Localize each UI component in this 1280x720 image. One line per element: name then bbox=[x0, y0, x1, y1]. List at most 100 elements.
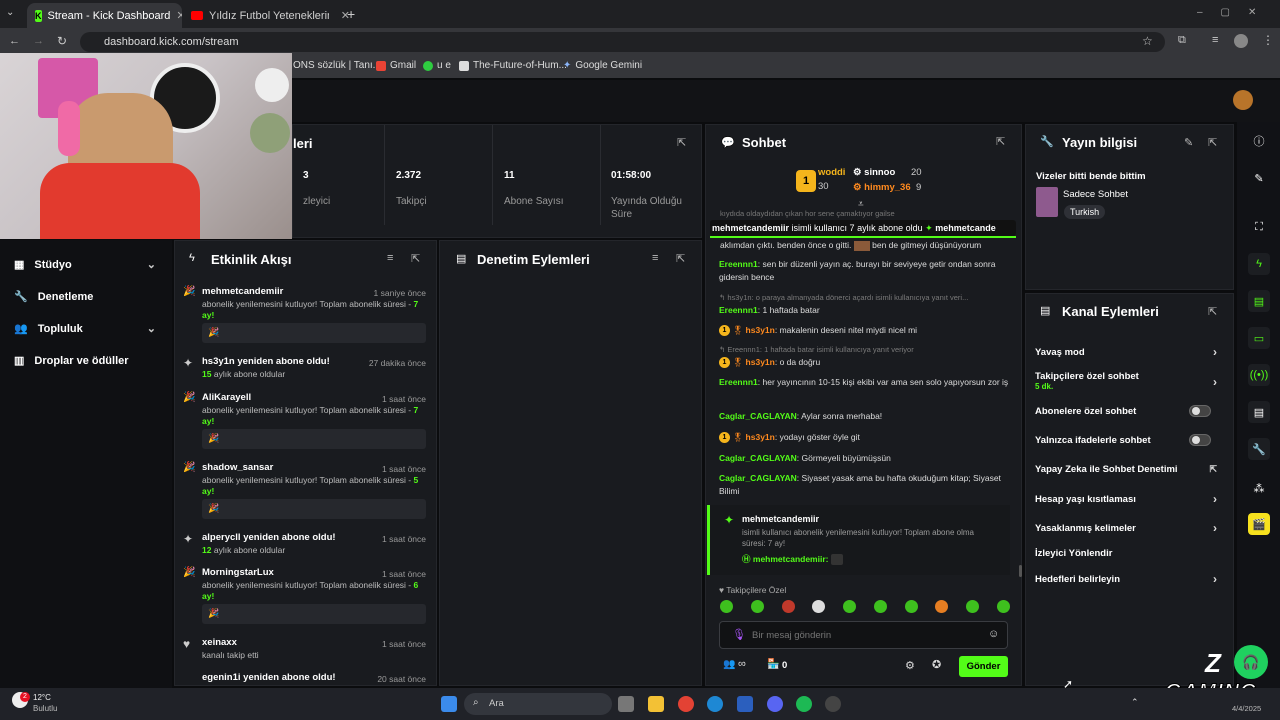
forward-icon[interactable]: → bbox=[33, 35, 44, 47]
window-controls[interactable]: –▢✕ bbox=[1197, 7, 1274, 18]
bookmark-star-icon[interactable]: ☆ bbox=[1142, 34, 1153, 48]
taskbar-search[interactable]: ⌕ Ara bbox=[464, 693, 612, 715]
emote-button[interactable] bbox=[720, 600, 733, 613]
url-input[interactable]: dashboard.kick.com/stream bbox=[80, 32, 1165, 52]
action-ai-moderation[interactable]: Yapay Zeka ile Sohbet Denetimi ⇱ bbox=[1035, 464, 1225, 475]
clapper-icon[interactable]: 🎬 bbox=[1248, 513, 1270, 535]
info-icon[interactable]: ⓘ bbox=[1248, 130, 1270, 152]
emote-button[interactable] bbox=[873, 600, 887, 613]
extensions-icon[interactable]: ⧉ bbox=[1178, 34, 1186, 47]
emote-button[interactable] bbox=[750, 600, 764, 613]
action-subs-only[interactable]: Abonelere özel sohbet bbox=[1035, 405, 1225, 417]
fullscreen-icon[interactable]: ⛶ bbox=[1248, 216, 1270, 238]
chat-input-box[interactable]: 🎙 ☺ bbox=[719, 621, 1008, 649]
chat-scrollbar[interactable] bbox=[1019, 565, 1022, 577]
chat-user[interactable]: Caglar_CAGLAYAN bbox=[719, 473, 797, 483]
spotify-icon[interactable] bbox=[796, 696, 812, 712]
bookmark-item[interactable]: ✦ Google Gemini bbox=[563, 60, 642, 71]
toggle-switch[interactable] bbox=[1189, 405, 1211, 417]
chat-user[interactable]: Ereennn1 bbox=[719, 305, 758, 315]
edit-icon[interactable]: ✎ bbox=[1184, 136, 1193, 149]
popout-icon[interactable]: ⇱ bbox=[411, 252, 420, 265]
chat-user[interactable]: Caglar_CAGLAYAN bbox=[719, 411, 797, 421]
broadcast-icon[interactable]: ((•)) bbox=[1248, 364, 1270, 386]
sub-card-footer-user[interactable]: mehmetcandemiir: bbox=[753, 554, 829, 564]
category-thumbnail bbox=[1036, 187, 1058, 217]
emote-button[interactable] bbox=[812, 600, 826, 613]
filter-icon[interactable]: ≡ bbox=[652, 252, 658, 264]
popout-icon[interactable]: ⇱ bbox=[996, 135, 1005, 148]
server-icon[interactable]: ▤ bbox=[1248, 401, 1270, 423]
toggle-switch[interactable] bbox=[1189, 434, 1211, 446]
store-icon[interactable]: 🏪 bbox=[767, 659, 779, 670]
people-icon[interactable]: 👥 bbox=[723, 659, 735, 670]
emote-button[interactable] bbox=[781, 600, 795, 613]
action-account-age[interactable]: Hesap yaşı kısıtlaması › bbox=[1035, 492, 1225, 506]
document-icon[interactable]: ▤ bbox=[1248, 290, 1270, 312]
chat-message-input[interactable] bbox=[752, 627, 972, 643]
action-goals[interactable]: Hedefleri belirleyin › bbox=[1035, 572, 1225, 586]
grid-icon: ▦ bbox=[14, 259, 25, 271]
tab-search-icon[interactable]: ⌄ bbox=[6, 7, 14, 18]
store-icon[interactable] bbox=[737, 696, 753, 712]
chat-user[interactable]: hs3y1n bbox=[746, 432, 775, 442]
windows-start-icon[interactable] bbox=[441, 696, 457, 712]
action-emotes-only[interactable]: Yalnızca ifadelerle sohbet bbox=[1035, 434, 1225, 446]
action-followers-only[interactable]: Takipçilere özel sohbet 5 dk. › bbox=[1035, 371, 1225, 395]
back-icon[interactable]: ← bbox=[9, 35, 20, 47]
action-banned-words[interactable]: Yasaklanmış kelimeler › bbox=[1035, 521, 1225, 535]
emote-button[interactable] bbox=[935, 600, 949, 613]
sidebar-item-community[interactable]: 👥 Topluluk ⌄ bbox=[14, 322, 156, 336]
media-icon[interactable]: ≡ bbox=[1212, 34, 1218, 46]
edit-icon[interactable]: ✎ bbox=[1248, 167, 1270, 189]
new-tab-button[interactable]: + bbox=[347, 6, 355, 22]
tab-kick-dashboard[interactable]: K Stream - Kick Dashboard ✕ bbox=[27, 3, 182, 28]
sidebar-item-studio[interactable]: ▦ Stüdyo ⌄ bbox=[14, 258, 156, 272]
tray-chevron-icon[interactable]: ⌃ bbox=[1131, 697, 1139, 708]
emote-button[interactable] bbox=[843, 600, 857, 613]
chat-bubble-icon[interactable]: ▭ bbox=[1248, 327, 1270, 349]
tab-youtube[interactable]: Yıldız Futbol Yeteneklerimi Puan ✕ bbox=[183, 3, 358, 28]
chat-user[interactable]: Ereennn1 bbox=[719, 377, 758, 387]
file-explorer-icon[interactable] bbox=[648, 696, 664, 712]
people-icon[interactable]: ⁂ bbox=[1248, 477, 1270, 499]
emote-button[interactable] bbox=[904, 600, 918, 613]
list-item: 🎉 MorningstarLux 1 saat önce abonelik ye… bbox=[183, 567, 428, 627]
task-view-icon[interactable] bbox=[618, 696, 634, 712]
emote-button[interactable] bbox=[996, 600, 1010, 613]
close-icon[interactable]: ✕ bbox=[176, 9, 182, 22]
gear-icon[interactable]: ⚙ bbox=[905, 659, 915, 672]
emoji-icon[interactable]: ☺ bbox=[988, 628, 999, 640]
chat-user[interactable]: hs3y1n bbox=[746, 325, 775, 335]
bookmark-item[interactable]: u e bbox=[423, 60, 451, 71]
action-slow-mode[interactable]: Yavaş mod › bbox=[1035, 345, 1225, 359]
mic-icon[interactable]: 🎙 bbox=[732, 628, 746, 641]
chat-user[interactable]: hs3y1n bbox=[746, 357, 775, 367]
chrome-icon[interactable] bbox=[678, 696, 694, 712]
stat-label: zleyici bbox=[303, 196, 331, 207]
popout-icon[interactable]: ⇱ bbox=[1208, 136, 1217, 149]
reload-icon[interactable]: ↻ bbox=[57, 34, 67, 48]
wrench-icon[interactable]: 🔧 bbox=[1248, 438, 1270, 460]
obs-icon[interactable] bbox=[825, 696, 841, 712]
mod-shield-icon[interactable]: ✪ bbox=[932, 658, 941, 671]
popout-icon[interactable]: ⇱ bbox=[1208, 305, 1217, 318]
user-avatar[interactable] bbox=[1233, 90, 1253, 110]
send-button[interactable]: Gönder bbox=[959, 656, 1008, 677]
filter-icon[interactable]: ≡ bbox=[387, 252, 393, 264]
lightning-icon[interactable]: ϟ bbox=[1248, 253, 1270, 275]
chat-user[interactable]: Caglar_CAGLAYAN bbox=[719, 453, 797, 463]
bookmark-item[interactable]: Gmail bbox=[376, 60, 416, 71]
edge-icon[interactable] bbox=[707, 696, 723, 712]
popout-icon[interactable]: ⇱ bbox=[676, 252, 685, 265]
bookmark-item[interactable]: ONS sözlük | Tanı... bbox=[293, 60, 381, 71]
action-raid[interactable]: İzleyici Yönlendir bbox=[1035, 548, 1225, 559]
sidebar-item-moderation[interactable]: 🔧 Denetleme bbox=[14, 290, 156, 304]
menu-icon[interactable]: ⋮ bbox=[1262, 33, 1274, 47]
chat-user[interactable]: Ereennn1 bbox=[719, 259, 758, 269]
profile-avatar[interactable] bbox=[1234, 34, 1248, 48]
sidebar-item-drops[interactable]: ▥ Droplar ve ödüller bbox=[14, 354, 156, 368]
emote-button[interactable] bbox=[966, 600, 980, 613]
discord-icon[interactable] bbox=[767, 696, 783, 712]
bookmark-item[interactable]: The-Future-of-Hum... bbox=[459, 60, 567, 71]
